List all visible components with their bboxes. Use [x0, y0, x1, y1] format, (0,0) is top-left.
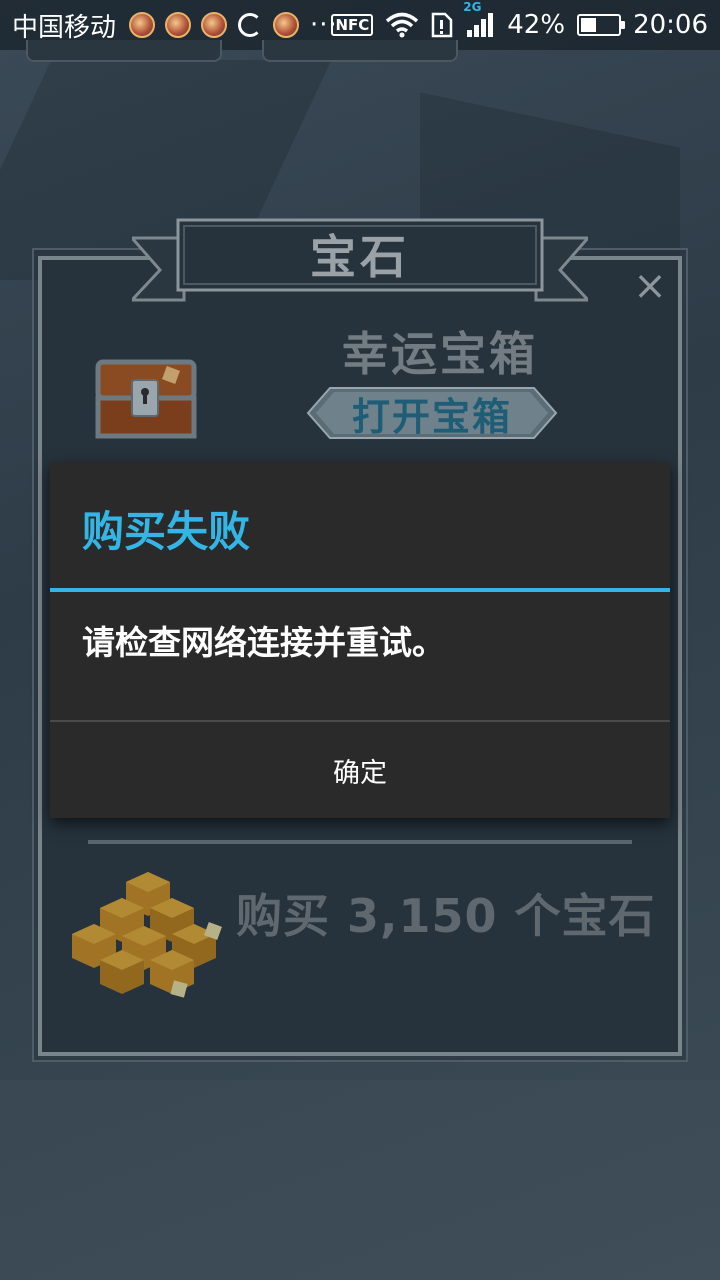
nfc-icon: NFC	[331, 14, 374, 36]
dialog-title: 购买失败	[82, 507, 251, 556]
top-button-partial[interactable]	[26, 40, 222, 62]
close-button[interactable]: ×	[630, 266, 670, 306]
open-chest-button[interactable]: 打开宝箱	[306, 386, 558, 440]
buy-gems-button[interactable]: 购买 3,150 个宝石	[236, 880, 656, 946]
network-type-label: 2G	[463, 0, 482, 14]
sync-icon	[238, 13, 263, 37]
cell-signal-icon: 2G	[463, 0, 495, 38]
game-notification-icon	[273, 12, 300, 38]
background-shard	[0, 1080, 720, 1280]
dialog-title-divider	[50, 588, 670, 592]
clock: 20:06	[633, 10, 708, 40]
battery-icon	[577, 14, 626, 36]
ok-button[interactable]: 确定	[50, 722, 670, 818]
lucky-chest-title: 幸运宝箱	[342, 327, 538, 381]
game-notification-icon	[129, 12, 156, 38]
purchase-failed-dialog: 购买失败 请检查网络连接并重试。 确定	[50, 462, 670, 818]
wifi-icon	[385, 12, 419, 38]
panel-title: 宝石	[310, 230, 410, 284]
battery-percent: 42%	[507, 10, 566, 40]
game-notification-icon	[165, 12, 192, 38]
treasure-chest-icon	[92, 354, 202, 444]
carrier-name: 中国移动	[12, 12, 117, 43]
sim-card-icon	[431, 12, 453, 38]
divider	[88, 840, 632, 844]
open-chest-label: 打开宝箱	[351, 394, 512, 439]
dialog-message: 请检查网络连接并重试。	[82, 623, 445, 662]
gems-pile-icon	[66, 868, 232, 1008]
top-button-partial[interactable]	[262, 40, 458, 62]
game-notification-icon	[201, 12, 228, 38]
